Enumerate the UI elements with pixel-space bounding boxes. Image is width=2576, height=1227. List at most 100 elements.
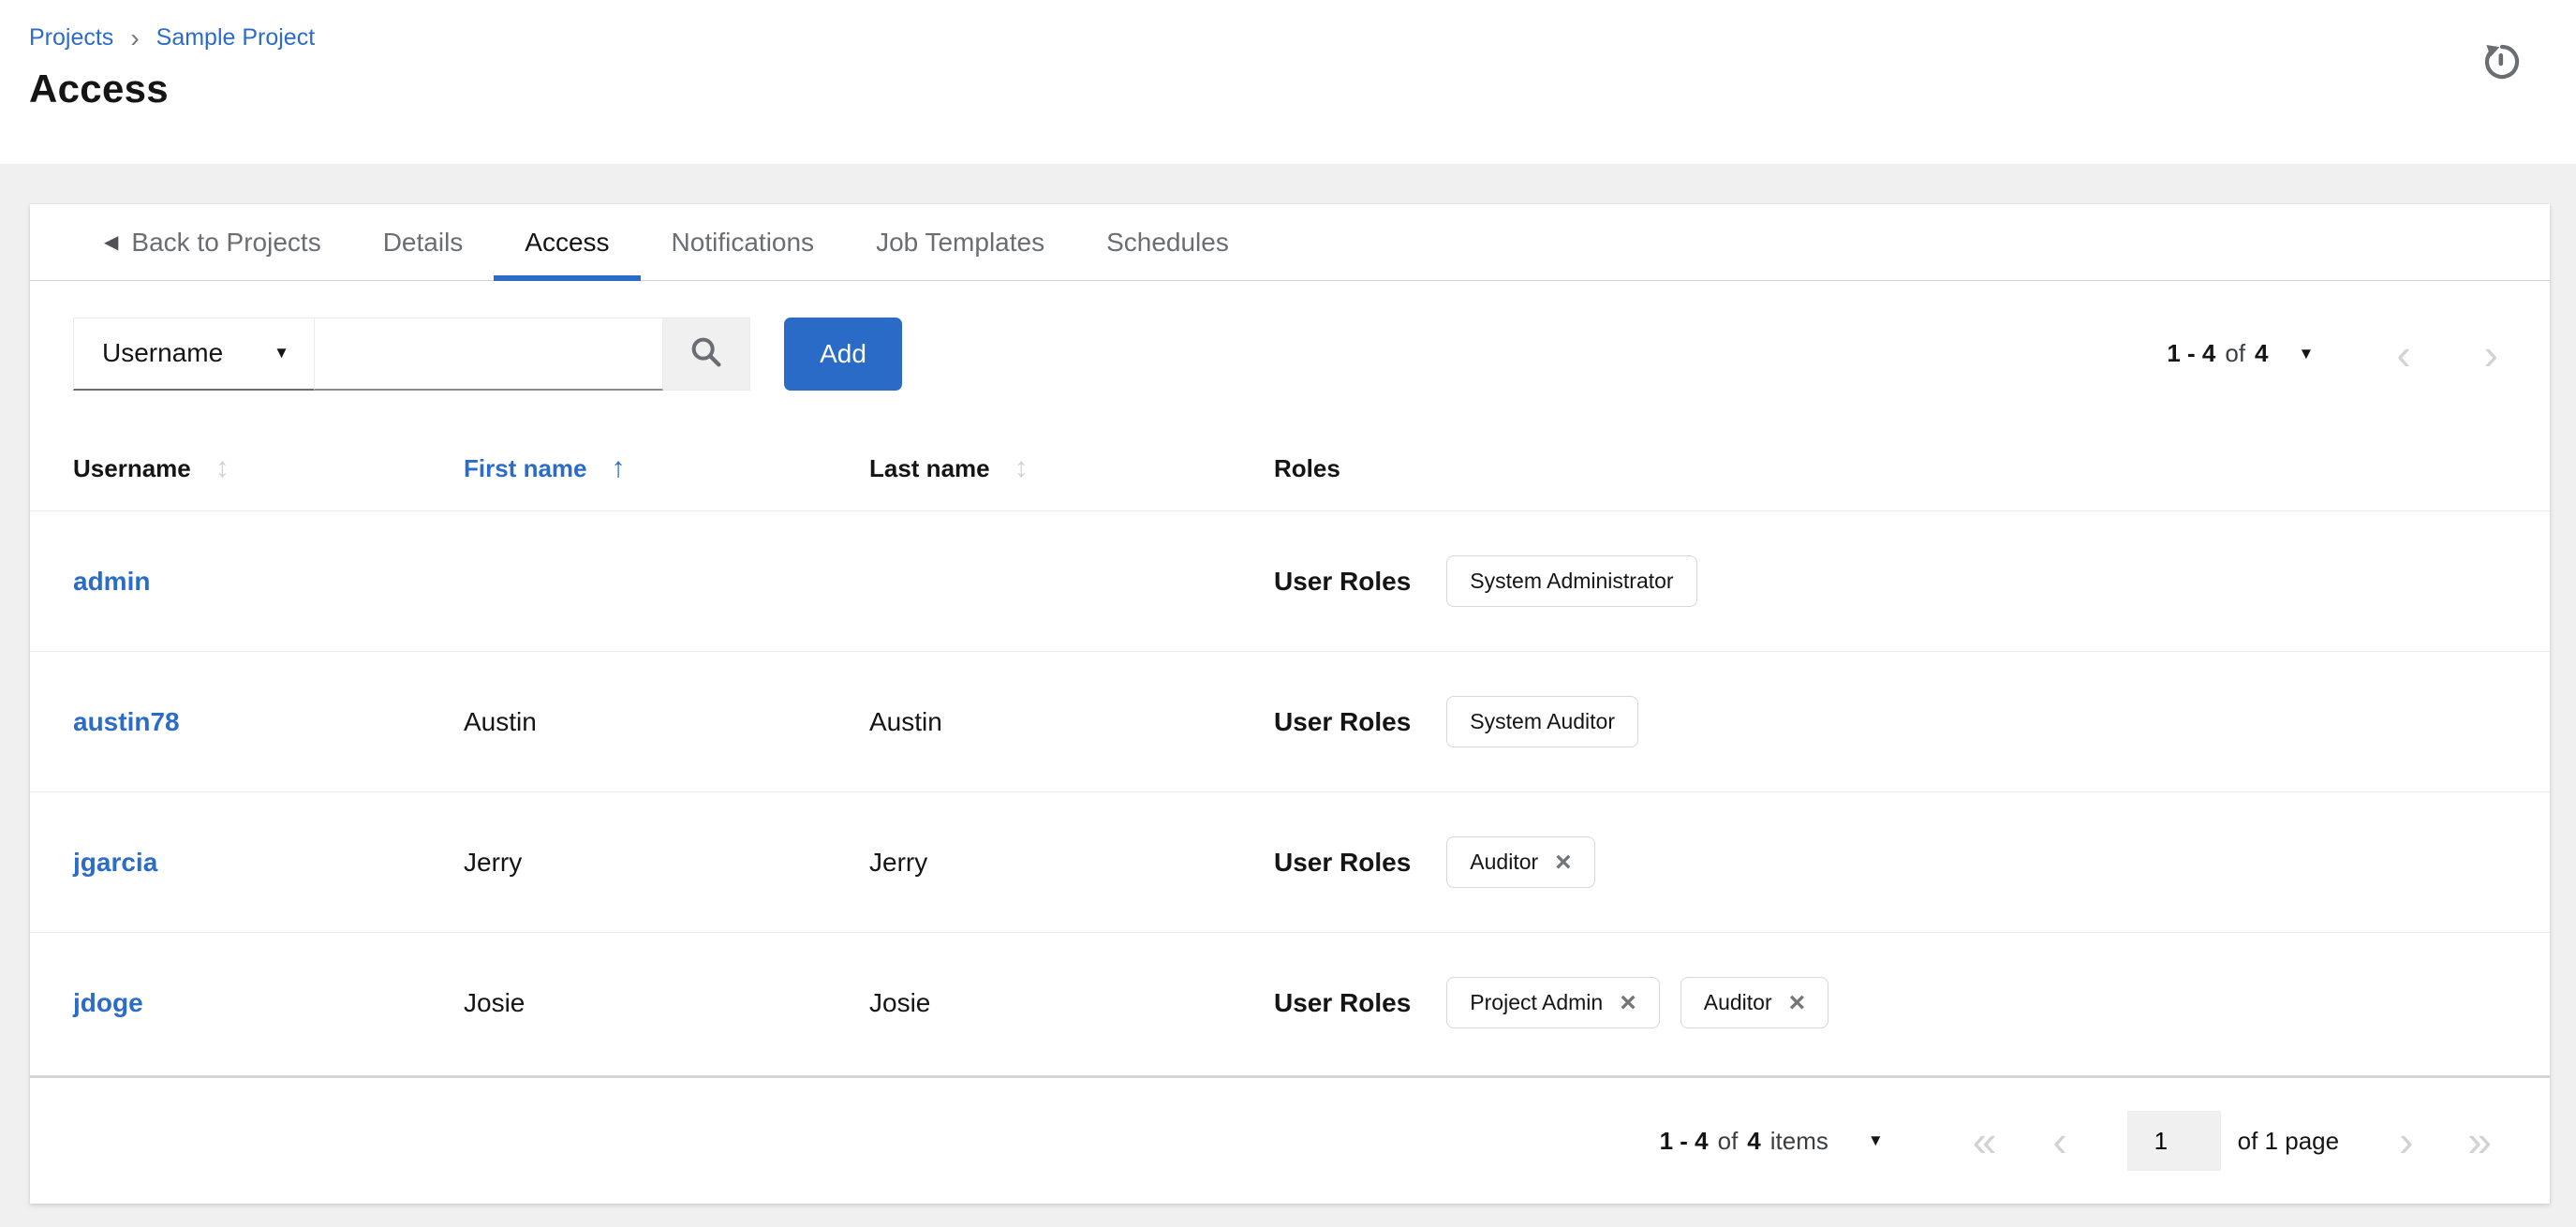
close-icon: × [1555,846,1572,878]
search-icon [688,333,725,374]
add-button[interactable]: Add [784,317,902,391]
caret-down-icon[interactable]: ▼ [1868,1131,1884,1150]
first-page-button[interactable]: « [1973,1119,1997,1162]
pagination-items-word: items [1769,1126,1828,1155]
tab-label: Access [525,227,610,257]
role-chip: System Administrator [1446,555,1697,607]
tab-label: Details [382,227,464,257]
role-chip: Auditor × [1446,836,1595,888]
column-header-username[interactable]: Username ↕ [73,452,464,484]
role-chip-label: Auditor [1703,990,1772,1014]
sort-both-icon: ↕ [215,452,229,483]
role-chip: System Auditor [1446,696,1638,747]
tab-bar: ◀ Back to Projects Details Access Notifi… [30,204,2550,281]
search-input[interactable] [315,317,663,391]
breadcrumb: Projects › Sample Project [29,24,2510,52]
tab-label: Notifications [671,227,815,257]
last-name-cell: Jerry [869,847,928,877]
first-name-cell: Austin [464,706,537,736]
sort-both-icon: ↕ [1014,452,1029,483]
first-name-cell: Josie [464,987,526,1017]
column-header-roles: Roles [1274,454,2550,483]
chip-remove-button[interactable]: × [1620,986,1636,1018]
breadcrumb-link-sample-project[interactable]: Sample Project [156,24,316,52]
search-button[interactable] [663,317,750,391]
tab-access[interactable]: Access [494,204,641,281]
username-link[interactable]: austin78 [73,707,180,736]
caret-down-icon: ▼ [274,344,289,362]
pagination-range: 1 - 4 [2167,339,2216,367]
close-icon: × [1788,986,1806,1018]
previous-page-button[interactable]: ‹ [2396,333,2410,376]
tab-notifications[interactable]: Notifications [641,204,846,280]
chip-remove-button[interactable]: × [1788,986,1806,1018]
breadcrumb-link-projects[interactable]: Projects [29,24,113,52]
username-link[interactable]: admin [73,567,150,596]
column-header-first-name[interactable]: First name ↑ [464,452,869,484]
table-row: jdoge Josie Josie User Roles Project Adm… [30,932,2550,1072]
filter-type-select[interactable]: Username ▼ [73,317,315,391]
table-row: austin78 Austin Austin User Roles System… [30,651,2550,791]
pagination-bottom: 1 - 4 of 4 items ▼ « ‹ of 1 page › » [30,1075,2550,1204]
role-chip-label: Project Admin [1470,990,1604,1014]
toolbar: Username ▼ Add 1 - 4 of 4 ▼ ‹ › [30,281,2550,426]
caret-down-icon[interactable]: ▼ [2299,345,2315,363]
role-chip: Project Admin × [1446,977,1660,1028]
pagination-of: of [2225,339,2246,367]
user-roles-label: User Roles [1274,706,1412,736]
user-roles-label: User Roles [1274,566,1412,596]
tab-label: Job Templates [876,227,1045,257]
pagination-top: 1 - 4 of 4 ▼ ‹ › [2167,333,2498,376]
roles-cell: User Roles Project Admin × Auditor × [1274,977,2550,1028]
role-chip-label: Auditor [1470,850,1539,874]
roles-cell: User Roles Auditor × [1274,836,2550,888]
filter-type-value: Username [102,338,224,367]
back-arrow-icon: ◀ [104,232,119,253]
tab-label: Back to Projects [131,227,321,257]
tab-label: Schedules [1106,227,1229,257]
access-card: ◀ Back to Projects Details Access Notifi… [30,204,2550,1204]
column-label: First name [464,453,587,482]
next-page-button[interactable]: › [2399,1119,2413,1162]
column-header-last-name[interactable]: Last name ↕ [869,452,1274,484]
user-roles-label: User Roles [1274,847,1412,877]
role-chip-label: System Auditor [1470,709,1615,733]
user-roles-label: User Roles [1274,987,1412,1017]
page-number-input[interactable] [2126,1111,2221,1171]
last-name-cell: Austin [869,706,942,736]
history-button[interactable] [2479,37,2524,85]
table-row: admin User Roles System Administrator [30,510,2550,651]
close-icon: × [1620,986,1636,1018]
page-header: Projects › Sample Project Access [0,0,2576,164]
history-icon [2479,44,2524,85]
tab-back-to-projects[interactable]: ◀ Back to Projects [73,204,352,280]
tab-schedules[interactable]: Schedules [1075,204,1260,280]
last-name-cell: Josie [869,987,931,1017]
first-name-cell: Jerry [464,847,523,877]
pagination-total: 4 [2255,339,2269,367]
last-page-button[interactable]: » [2467,1119,2492,1162]
main-content: ◀ Back to Projects Details Access Notifi… [0,164,2576,1204]
role-chip: Auditor × [1680,977,1829,1028]
column-label: Username [73,453,191,482]
page-count-label: of 1 page [2237,1126,2340,1155]
username-link[interactable]: jdoge [73,988,143,1017]
column-label: Roles [1274,453,1340,482]
roles-cell: User Roles System Administrator [1274,555,2550,607]
sort-ascending-icon: ↑ [611,452,626,483]
column-label: Last name [869,453,990,482]
table-row: jgarcia Jerry Jerry User Roles Auditor × [30,791,2550,932]
table-header-row: Username ↕ First name ↑ Last name ↕ Role… [30,426,2550,510]
role-chip-label: System Administrator [1470,569,1674,593]
page-title: Access [29,67,169,111]
pagination-range: 1 - 4 [1659,1126,1709,1155]
chip-remove-button[interactable]: × [1555,846,1572,878]
username-link[interactable]: jgarcia [73,848,157,877]
pagination-of: of [1717,1126,1739,1155]
previous-page-button[interactable]: ‹ [2052,1119,2066,1162]
tab-details[interactable]: Details [352,204,495,280]
tab-job-templates[interactable]: Job Templates [845,204,1075,280]
breadcrumb-separator-icon: › [130,22,140,52]
roles-cell: User Roles System Auditor [1274,696,2550,747]
next-page-button[interactable]: › [2484,333,2498,376]
